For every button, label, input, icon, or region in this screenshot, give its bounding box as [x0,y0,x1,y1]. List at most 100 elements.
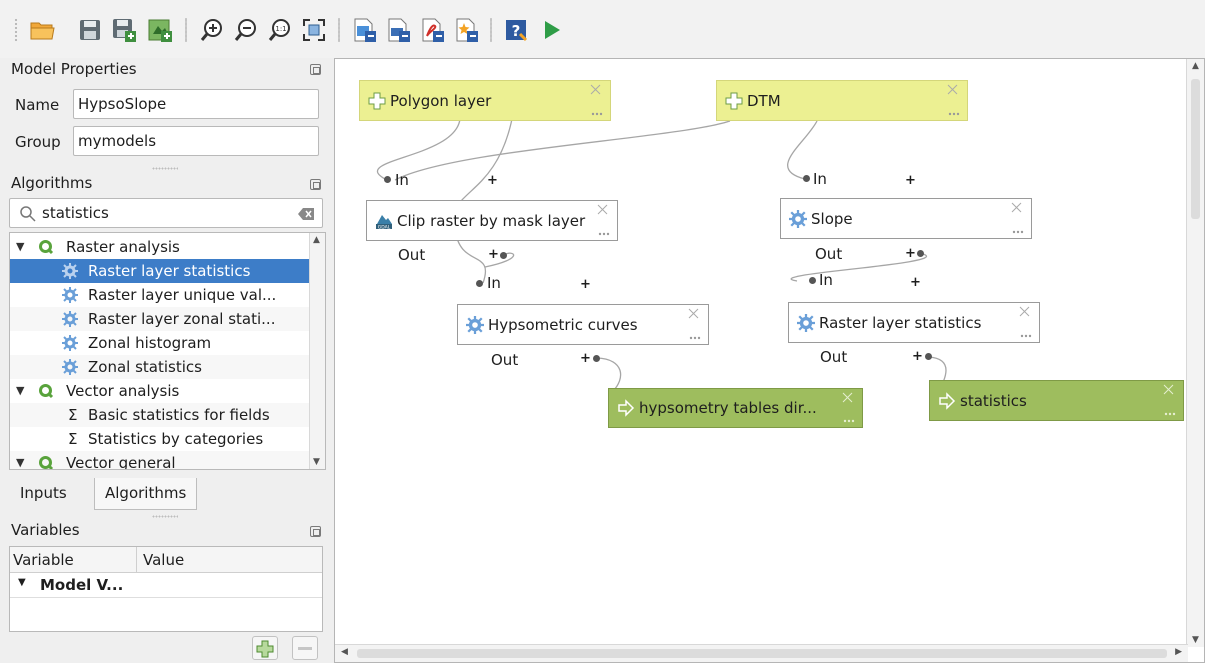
float-panel-icon[interactable] [310,526,321,537]
toolbar-grip[interactable] [14,18,18,42]
model-canvas[interactable]: Polygon layer DTM In + GDAL Clip raster … [334,58,1205,663]
model-group-field[interactable]: mymodels [73,126,319,156]
zoom-out-icon[interactable] [232,16,260,44]
add-variable-button[interactable] [252,636,278,660]
run-model-icon[interactable] [538,16,566,44]
algorithm-node-clip-raster[interactable]: GDAL Clip raster by mask layer [366,200,618,241]
scroll-down-icon[interactable]: ▼ [1192,635,1199,645]
more-options-icon[interactable] [843,419,855,423]
output-port[interactable] [917,250,924,257]
edit-help-icon[interactable]: ? [502,16,530,44]
more-options-icon[interactable] [1164,412,1176,416]
tree-item-raster-layer-zonal-statistics[interactable]: Raster layer zonal stati... [10,307,310,331]
delete-node-icon[interactable] [1163,384,1174,395]
expand-inputs-icon[interactable]: + [580,277,591,292]
delete-node-icon[interactable] [1011,202,1022,213]
column-value[interactable]: Value [143,551,184,569]
expand-outputs-icon[interactable]: + [580,351,591,366]
tree-group-vector-analysis[interactable]: ▼ Vector analysis [10,379,310,403]
delete-node-icon[interactable] [1019,306,1030,317]
splitter-handle[interactable] [152,167,178,170]
algorithm-tree: ▼ Raster analysis Raster layer statistic… [9,232,326,470]
scroll-right-icon[interactable]: ▶ [1175,647,1182,657]
open-model-icon[interactable] [28,16,56,44]
delete-node-icon[interactable] [597,204,608,215]
expand-outputs-icon[interactable]: + [905,246,916,261]
scroll-up-icon[interactable]: ▲ [313,235,320,245]
tree-item-raster-layer-statistics[interactable]: Raster layer statistics [10,259,310,283]
expand-arrow-icon[interactable]: ▼ [18,577,26,588]
more-options-icon[interactable] [1020,334,1032,338]
algorithm-search-input[interactable]: statistics [9,198,323,228]
expand-inputs-icon[interactable]: + [905,173,916,188]
more-options-icon[interactable] [591,112,603,116]
expand-arrow-icon[interactable]: ▼ [16,451,24,469]
algorithm-node-raster-layer-statistics[interactable]: Raster layer statistics [788,302,1040,343]
input-port[interactable] [809,277,816,284]
tree-scrollbar[interactable]: ▲ ▼ [309,233,325,469]
expand-inputs-icon[interactable]: + [487,173,498,188]
delete-node-icon[interactable] [842,392,853,403]
remove-variable-button[interactable] [292,636,318,660]
input-port[interactable] [384,176,391,183]
zoom-in-icon[interactable] [198,16,226,44]
output-node-hypsometry-tables[interactable]: hypsometry tables dir... [608,388,863,428]
tab-inputs[interactable]: Inputs [10,478,77,510]
output-node-statistics[interactable]: statistics [929,380,1184,421]
float-panel-icon[interactable] [310,179,321,190]
tree-item-zonal-histogram[interactable]: Zonal histogram [10,331,310,355]
delete-node-icon[interactable] [688,308,699,319]
more-options-icon[interactable] [689,336,701,340]
expand-outputs-icon[interactable]: + [488,247,499,262]
export-python-icon[interactable] [452,16,480,44]
more-options-icon[interactable] [1012,230,1024,234]
expand-arrow-icon[interactable]: ▼ [16,235,24,259]
tree-item-zonal-statistics[interactable]: Zonal statistics [10,355,310,379]
save-model-icon[interactable] [76,16,104,44]
tree-item-raster-layer-unique-values[interactable]: Raster layer unique val... [10,283,310,307]
connection-wires [377,118,947,392]
expand-inputs-icon[interactable]: + [910,275,921,290]
clear-search-icon[interactable] [298,208,314,220]
tree-group-raster-analysis[interactable]: ▼ Raster analysis [10,235,310,259]
more-options-icon[interactable] [948,112,960,116]
output-port[interactable] [500,252,507,259]
tree-item-statistics-by-categories[interactable]: Σ Statistics by categories [10,427,310,451]
algorithm-node-slope[interactable]: Slope [780,198,1032,239]
splitter-handle[interactable] [152,515,178,518]
canvas-vertical-scrollbar[interactable]: ▲ ▼ [1186,59,1204,647]
scroll-down-icon[interactable]: ▼ [313,457,320,467]
tree-item-label: Zonal histogram [88,334,212,352]
expand-arrow-icon[interactable]: ▼ [16,379,24,403]
zoom-full-icon[interactable] [300,16,328,44]
tree-item-basic-statistics-for-fields[interactable]: Σ Basic statistics for fields [10,403,310,427]
more-options-icon[interactable] [598,232,610,236]
export-image-icon[interactable] [350,16,378,44]
scroll-up-icon[interactable]: ▲ [1192,61,1199,71]
canvas-horizontal-scrollbar[interactable]: ◀ ▶ [335,644,1188,662]
export-pdf-icon[interactable] [418,16,446,44]
column-variable[interactable]: Variable [13,551,74,569]
delete-node-icon[interactable] [947,84,958,95]
expand-outputs-icon[interactable]: + [912,349,923,364]
delete-node-icon[interactable] [590,84,601,95]
tab-algorithms[interactable]: Algorithms [94,478,198,510]
scroll-left-icon[interactable]: ◀ [341,647,348,657]
output-port[interactable] [593,355,600,362]
scrollbar-thumb[interactable] [357,649,1167,658]
save-to-project-icon[interactable] [146,16,174,44]
zoom-actual-icon[interactable]: 1:1 [266,16,294,44]
input-node-polygon-layer[interactable]: Polygon layer [359,80,611,121]
export-svg-icon[interactable] [384,16,412,44]
input-node-dtm[interactable]: DTM [716,80,968,121]
scrollbar-thumb[interactable] [1191,79,1200,219]
variables-row-model[interactable]: ▼ Model V... [10,574,322,598]
algorithm-node-hypsometric-curves[interactable]: Hypsometric curves [457,304,709,345]
save-as-icon[interactable] [110,16,138,44]
float-panel-icon[interactable] [310,64,321,75]
tree-group-vector-general[interactable]: ▼ Vector general [10,451,310,469]
output-port[interactable] [925,353,932,360]
input-port[interactable] [803,175,810,182]
input-port[interactable] [476,280,483,287]
model-name-field[interactable]: HypsoSlope [73,89,319,119]
